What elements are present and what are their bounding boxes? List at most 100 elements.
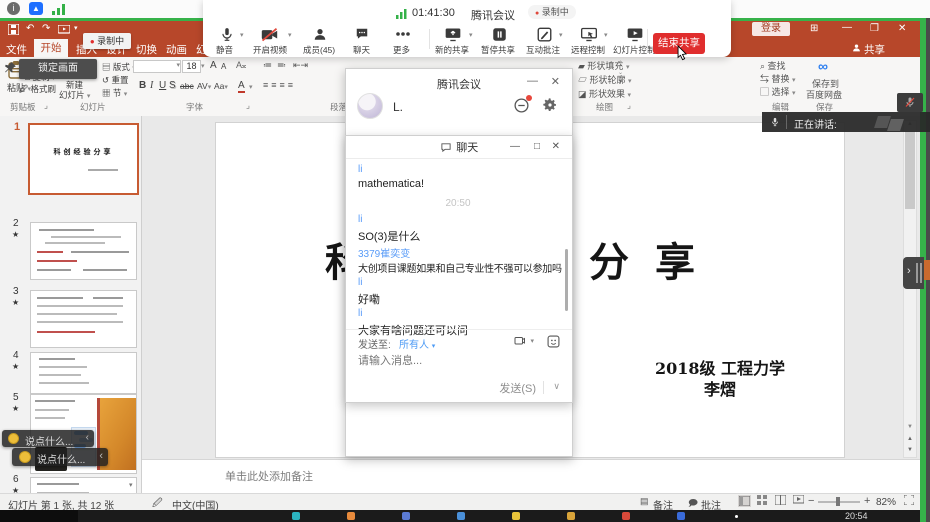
taskbar-app-icon[interactable]: [677, 512, 685, 520]
start-video-button[interactable]: 开启视频: [253, 44, 287, 56]
underline-button[interactable]: U: [159, 80, 166, 91]
next-slide-button[interactable]: ▼: [907, 447, 913, 453]
chat-header[interactable]: 聊天 — □ ✕: [346, 136, 572, 159]
italic-button[interactable]: I: [150, 80, 153, 91]
zoom-slider-thumb[interactable]: [836, 497, 840, 506]
pause-share-button[interactable]: 暂停共享: [481, 44, 515, 56]
tab-file[interactable]: 文件: [6, 42, 27, 57]
slide-control-button[interactable]: 幻灯片控制: [613, 44, 656, 56]
send-to-select[interactable]: 所有人 ▾: [399, 336, 435, 351]
scrollbar-thumb[interactable]: [905, 131, 915, 209]
drawing-dialog-launcher[interactable]: ⌟: [627, 100, 631, 111]
remote-control-icon[interactable]: [581, 27, 597, 42]
annotate-caret-icon[interactable]: ▾: [559, 31, 563, 39]
clear-format-button[interactable]: A𝄪: [236, 60, 246, 71]
toolbar-chat-icon[interactable]: [355, 27, 369, 41]
notes-placeholder[interactable]: 单击此处添加备注: [225, 468, 313, 484]
members-button[interactable]: 成员(45): [303, 44, 335, 56]
shape-outline-button[interactable]: ▱ 形状轮廓 ▾: [578, 73, 632, 86]
taskbar-app-icon[interactable]: [347, 512, 355, 520]
slide-thumbnail-1[interactable]: 科创经验分享: [28, 123, 139, 195]
user-avatar[interactable]: [357, 93, 383, 119]
tab-animations[interactable]: 动画: [166, 42, 187, 57]
collapsed-window-notch[interactable]: [924, 260, 930, 280]
font-color-button[interactable]: A: [238, 80, 245, 93]
clipboard-dialog-launcher[interactable]: ⌟: [44, 100, 48, 111]
shape-fill-button[interactable]: ▰ 形状填充 ▾: [578, 59, 629, 72]
login-button[interactable]: 登录: [752, 22, 790, 36]
grow-font-button[interactable]: A: [210, 60, 217, 71]
screenshot-caret-icon[interactable]: ▾: [530, 337, 534, 345]
align-buttons[interactable]: ≡≡≡≡: [263, 80, 296, 90]
view-normal-button[interactable]: [738, 495, 751, 507]
camera-icon[interactable]: [261, 28, 278, 42]
bold-button[interactable]: B: [139, 80, 146, 91]
shrink-font-button[interactable]: A: [221, 62, 226, 71]
numbering-button[interactable]: ≕: [277, 60, 286, 71]
section-button[interactable]: ▦ 节 ▾: [102, 87, 127, 99]
remote-caret-icon[interactable]: ▾: [604, 31, 608, 39]
format-painter-button[interactable]: 🖉 格式刷: [19, 83, 56, 98]
baidu-save-button-line2[interactable]: 百度网盘: [806, 88, 842, 101]
new-share-button[interactable]: 新的共享: [435, 44, 469, 56]
new-share-icon[interactable]: [445, 27, 461, 42]
replace-button[interactable]: ⇆ 替换 ▾: [760, 72, 796, 85]
font-size-caret-icon[interactable]: ▾: [201, 62, 205, 70]
tab-home[interactable]: 开始: [34, 39, 68, 57]
tab-transitions[interactable]: 切换: [136, 42, 157, 57]
mute-button[interactable]: 静音: [216, 44, 233, 56]
annotate-button[interactable]: 互动批注: [526, 44, 560, 56]
new-share-caret-icon[interactable]: ▾: [469, 31, 473, 39]
share-button[interactable]: 共享: [864, 42, 885, 57]
font-color-caret-icon[interactable]: ▾: [249, 83, 253, 91]
drag-handle-icon[interactable]: [916, 263, 918, 283]
status-zoom-level[interactable]: 82%: [876, 497, 896, 508]
slide-control-icon[interactable]: [627, 27, 643, 42]
taskbar-app-icon[interactable]: [457, 512, 465, 520]
emoji-face-icon2[interactable]: [19, 451, 31, 463]
restore-icon[interactable]: ❐: [870, 23, 879, 34]
side-panel-toggle[interactable]: ›: [903, 257, 924, 289]
send-caret-icon[interactable]: ∨: [553, 381, 560, 392]
pause-share-icon[interactable]: [492, 27, 507, 42]
char-spacing-button[interactable]: AV▾: [197, 81, 211, 91]
close-icon[interactable]: ✕: [898, 23, 906, 34]
font-name-box[interactable]: ▾: [133, 60, 181, 73]
zoom-out-button[interactable]: −: [808, 495, 814, 507]
mute-caret-icon[interactable]: ▾: [240, 31, 244, 39]
new-slide-button-line2[interactable]: 幻灯片 ▾: [59, 89, 90, 101]
remote-control-button[interactable]: 远程控制: [571, 44, 605, 56]
chat-maximize-icon[interactable]: □: [534, 136, 540, 158]
taskbar-app-icon[interactable]: [512, 512, 520, 520]
chat-bubble-icon[interactable]: [513, 97, 530, 114]
view-sorter-button[interactable]: [757, 495, 768, 505]
zoom-in-button[interactable]: +: [864, 495, 870, 507]
danmaku-bar2[interactable]: 说点什么... ‹: [12, 448, 108, 466]
members-icon[interactable]: [313, 27, 327, 42]
undo-icon[interactable]: ↶: [26, 23, 34, 34]
taskbar-app-icon[interactable]: [402, 512, 410, 520]
font-dialog-launcher[interactable]: ⌟: [246, 100, 250, 111]
emoji-icon[interactable]: [547, 335, 560, 348]
indent-buttons[interactable]: ⇤⇥: [293, 60, 308, 71]
find-button[interactable]: ⌕ 查找: [760, 59, 786, 72]
slide-thumbnail-3[interactable]: [30, 290, 137, 348]
danmaku-bar[interactable]: 说点什么... ‹: [2, 430, 94, 447]
screenshot-icon[interactable]: [513, 335, 526, 347]
slide-thumbnail-2[interactable]: [30, 222, 137, 280]
collapse-left-icon2[interactable]: ‹: [99, 450, 103, 462]
qat-caret-icon[interactable]: ▾: [74, 24, 78, 32]
taskbar-clock[interactable]: 20:54: [845, 511, 868, 521]
emoji-face-icon[interactable]: [8, 433, 19, 444]
meeting-close-icon[interactable]: ✕: [551, 75, 560, 88]
more-icon[interactable]: [396, 31, 410, 37]
more-button[interactable]: 更多: [393, 44, 410, 56]
bullets-button[interactable]: ≔: [263, 60, 272, 71]
taskbar-app-icon[interactable]: [292, 512, 300, 520]
recording-badge[interactable]: ● 录制中: [528, 5, 576, 19]
taskbar-app-icon[interactable]: [622, 512, 630, 520]
ribbon-options-icon[interactable]: ⊞: [810, 23, 818, 34]
danmaku-input[interactable]: 说点什么...: [25, 433, 73, 448]
danmaku-input2[interactable]: 说点什么...: [37, 451, 85, 466]
video-caret-icon[interactable]: ▾: [288, 31, 292, 39]
